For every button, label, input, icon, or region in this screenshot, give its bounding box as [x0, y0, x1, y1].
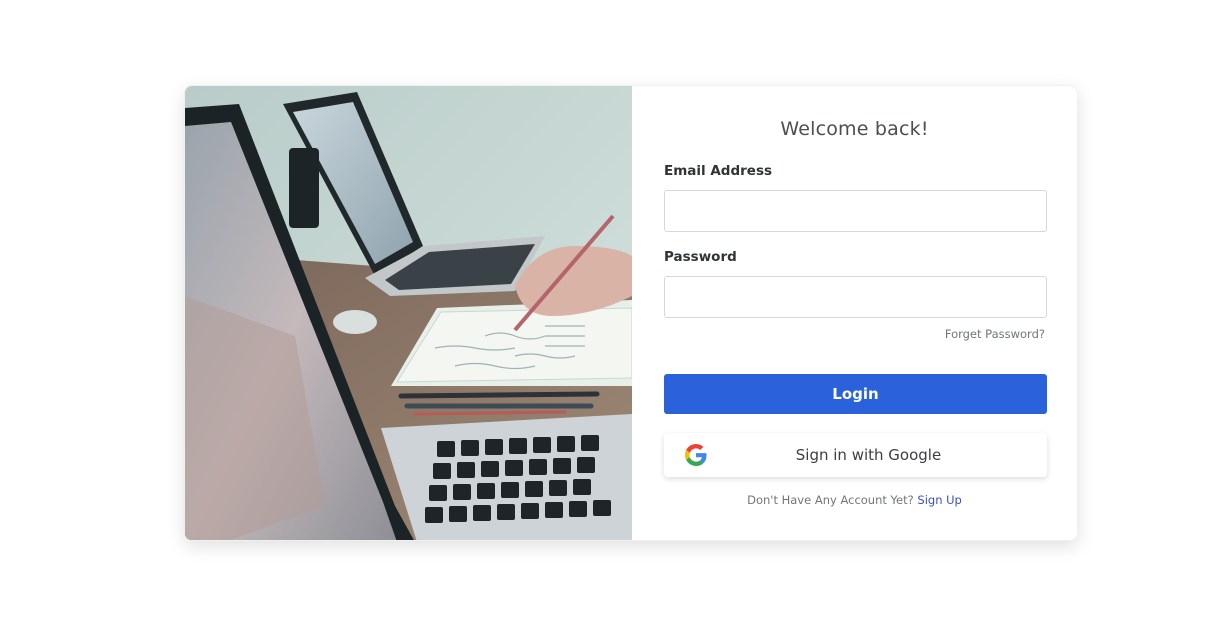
login-button[interactable]: Login [664, 374, 1047, 414]
forgot-password-link[interactable]: Forget Password? [945, 327, 1045, 341]
password-label: Password [664, 249, 737, 265]
page-title: Welcome back! [780, 118, 929, 140]
signup-prompt: Don't Have Any Account Yet? Sign Up [632, 493, 1077, 507]
password-field[interactable] [664, 276, 1047, 318]
hero-image [185, 86, 632, 540]
login-card: Welcome back! Email Address Password For… [184, 85, 1078, 541]
google-g-icon [685, 444, 707, 466]
email-label: Email Address [664, 163, 773, 179]
sign-up-link[interactable]: Sign Up [917, 493, 961, 507]
google-sign-in-button[interactable]: Sign in with Google [664, 433, 1047, 477]
email-field[interactable] [664, 190, 1047, 232]
google-button-label: Sign in with Google [795, 446, 942, 464]
signup-prompt-text: Don't Have Any Account Yet? [747, 493, 914, 507]
login-form: Welcome back! Email Address Password For… [632, 86, 1077, 540]
